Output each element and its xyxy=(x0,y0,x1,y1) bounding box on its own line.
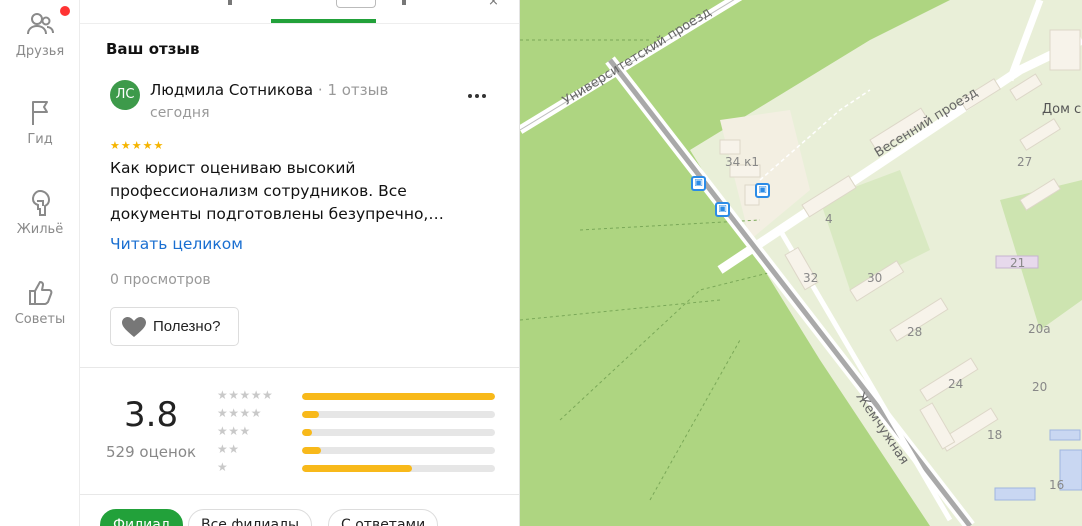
more-options-button[interactable] xyxy=(462,84,492,104)
rating-bar-fill xyxy=(302,429,312,436)
rating-bar-fill xyxy=(302,411,320,418)
rating-score: 3.8 xyxy=(124,395,179,435)
bus-stop-icon[interactable]: ▣ xyxy=(755,183,770,198)
divider xyxy=(80,367,519,368)
tab-bar: × xyxy=(80,0,519,24)
house-number: 16 xyxy=(1049,478,1065,492)
rating-row-stars: ★★ xyxy=(217,442,240,456)
house-number: 27 xyxy=(1017,155,1033,169)
tab-count-badge xyxy=(336,0,376,8)
rating-row-stars: ★★★★★ xyxy=(217,388,274,402)
house-number: 20а xyxy=(1028,322,1051,336)
friends-icon xyxy=(27,13,54,35)
nav-label: Жильё xyxy=(16,222,64,237)
rating-distribution-row: ★ xyxy=(217,460,507,476)
rating-bar-track xyxy=(302,465,495,472)
map-view[interactable]: Университетский проезд Весенний проезд Ж… xyxy=(520,0,1082,526)
place-label[interactable]: Дом с xyxy=(1042,102,1081,117)
author-name[interactable]: Людмила Сотникова xyxy=(150,81,313,99)
house-number: 28 xyxy=(907,325,923,339)
rating-row-stars: ★★★ xyxy=(217,424,251,438)
rating-bar-fill xyxy=(302,447,322,454)
rating-bar-fill xyxy=(302,465,412,472)
filter-chip-all-branches[interactable]: Все филиалы xyxy=(188,509,313,526)
nav-item-tips[interactable]: Советы xyxy=(0,278,80,327)
rating-distribution-row: ★★★ xyxy=(217,424,507,440)
filter-chip-branch[interactable]: Филиал xyxy=(100,509,183,526)
more-dots-icon xyxy=(468,94,486,98)
avatar[interactable]: ЛС xyxy=(110,80,140,110)
review-author[interactable]: Людмила Сотникова · 1 отзыв xyxy=(150,81,388,99)
house-number: 32 xyxy=(803,271,819,285)
rating-bar-fill xyxy=(302,393,495,400)
housing-icon xyxy=(31,189,51,216)
helpful-label: Полезно? xyxy=(153,318,221,335)
author-review-count: 1 отзыв xyxy=(327,81,389,99)
nav-item-friends[interactable]: Друзья xyxy=(0,6,80,59)
review-date: сегодня xyxy=(150,105,210,121)
tab-reviews-prev[interactable] xyxy=(228,0,232,5)
nav-item-housing[interactable]: Жильё xyxy=(0,188,80,237)
rating-bar-track xyxy=(302,447,495,454)
read-more-link[interactable]: Читать целиком xyxy=(110,235,243,253)
review-text: Как юрист оцениваю высокий профессионали… xyxy=(110,159,444,223)
house-number: 20 xyxy=(1032,380,1048,394)
review-stars: ★★★★★ xyxy=(110,139,165,152)
author-sep: · xyxy=(317,81,328,99)
rating-bar-track xyxy=(302,411,495,418)
rating-row-stars: ★★★★ xyxy=(217,406,263,420)
left-nav-rail: Друзья Гид Жильё Советы xyxy=(0,0,80,526)
flag-icon xyxy=(32,101,48,125)
bus-stop-icon[interactable]: ▣ xyxy=(691,176,706,191)
rating-bar-track xyxy=(302,429,495,436)
notification-dot xyxy=(60,6,70,16)
helpful-button[interactable]: Полезно? xyxy=(110,307,239,346)
rating-bar-track xyxy=(302,393,495,400)
rating-row-stars: ★ xyxy=(217,460,229,474)
house-number: 24 xyxy=(948,377,964,391)
nav-label: Друзья xyxy=(15,44,65,59)
house-number: 21 xyxy=(1010,256,1026,270)
tab-next[interactable] xyxy=(402,0,406,5)
filter-chip-with-answers[interactable]: С ответами xyxy=(328,509,439,526)
your-review-title: Ваш отзыв xyxy=(106,40,200,58)
heart-icon xyxy=(122,317,146,337)
divider xyxy=(80,494,519,495)
house-number: 4 xyxy=(825,212,833,226)
house-number: 30 xyxy=(867,271,883,285)
nav-label: Советы xyxy=(14,312,66,327)
rating-distribution-row: ★★★★ xyxy=(217,406,507,422)
nav-item-guide[interactable]: Гид xyxy=(0,98,80,147)
rating-count: 529 оценок xyxy=(106,443,197,461)
reviews-panel: × Ваш отзыв ЛС Людмила Сотникова · 1 отз… xyxy=(80,0,520,526)
views-count: 0 просмотров xyxy=(110,272,211,288)
nav-label: Гид xyxy=(27,132,53,147)
house-number: 18 xyxy=(987,428,1003,442)
thumbs-up-icon xyxy=(29,281,53,305)
active-tab-indicator xyxy=(271,19,376,23)
close-icon[interactable]: × xyxy=(488,0,500,10)
house-number: 34 к1 xyxy=(725,155,759,169)
bus-stop-icon[interactable]: ▣ xyxy=(715,202,730,217)
rating-distribution-row: ★★ xyxy=(217,442,507,458)
rating-distribution-row: ★★★★★ xyxy=(217,388,507,404)
